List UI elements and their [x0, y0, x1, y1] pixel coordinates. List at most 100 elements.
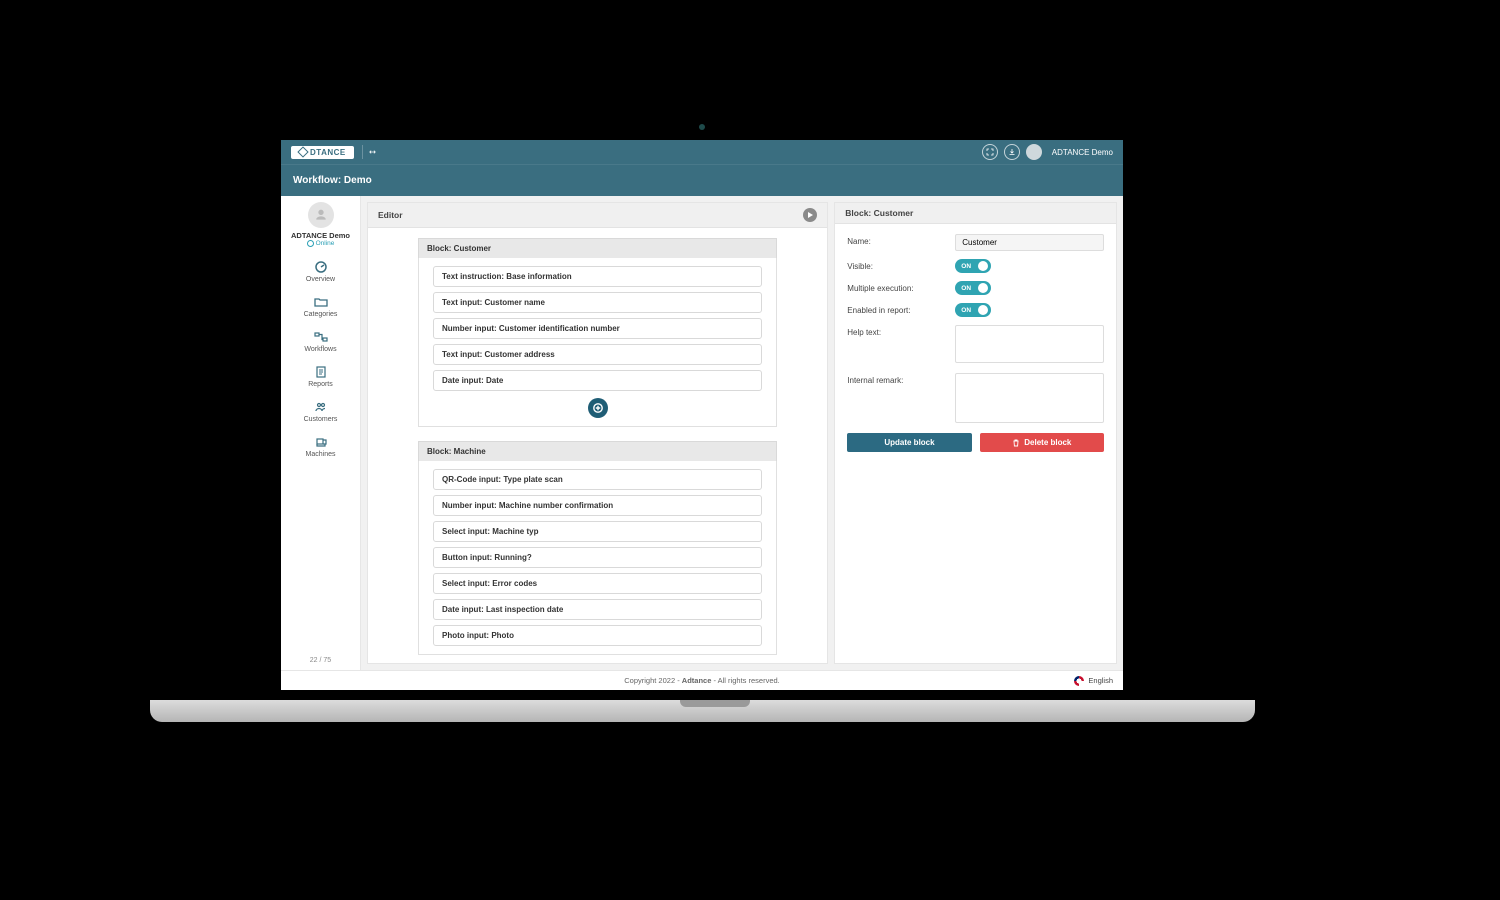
block-items: QR-Code input: Type plate scan Number in… — [418, 461, 777, 655]
block-machine[interactable]: Block: Machine QR-Code input: Type plate… — [418, 441, 777, 655]
block-item[interactable]: Photo input: Photo — [433, 625, 762, 646]
page-title: Workflow: Demo — [293, 175, 372, 186]
block-item[interactable]: Select input: Error codes — [433, 573, 762, 594]
sidebar-item-categories[interactable]: Categories — [281, 290, 360, 323]
page-subheader: Workflow: Demo — [281, 164, 1123, 196]
block-item[interactable]: Text input: Customer address — [433, 344, 762, 365]
prop-enabled-label: Enabled in report: — [847, 303, 947, 315]
sidebar-item-workflows[interactable]: Workflows — [281, 325, 360, 358]
prop-visible: Visible: ON — [847, 259, 1104, 273]
play-icon — [806, 211, 814, 219]
properties-panel-title: Block: Customer — [845, 208, 913, 218]
arrows-h-icon — [369, 147, 376, 157]
brand-logo[interactable]: DTANCE — [291, 146, 354, 159]
delete-block-label: Delete block — [1024, 438, 1071, 447]
flow-icon — [314, 330, 328, 344]
name-input[interactable] — [955, 234, 1104, 251]
machine-icon — [314, 435, 328, 449]
update-block-button[interactable]: Update block — [847, 433, 971, 452]
prop-name-label: Name: — [847, 234, 947, 246]
brand-text: DTANCE — [310, 148, 346, 157]
block-title: Block: Customer — [418, 238, 777, 258]
main: Editor Block: Customer Text instruction:… — [361, 196, 1123, 670]
menu-toggle-button[interactable] — [362, 145, 376, 159]
sidebar-item-customers[interactable]: Customers — [281, 395, 360, 428]
block-item[interactable]: Number input: Machine number confirmatio… — [433, 495, 762, 516]
properties-panel-body: Name: Visible: ON — [835, 224, 1116, 462]
sidebar-user-name: ADTANCE Demo — [291, 231, 350, 240]
prop-multi-label: Multiple execution: — [847, 281, 947, 293]
block-item[interactable]: QR-Code input: Type plate scan — [433, 469, 762, 490]
footer-copy-post: - All rights reserved. — [711, 676, 779, 685]
sidebar-item-label: Reports — [308, 381, 333, 388]
footer-copyright: Copyright 2022 - Adtance - All rights re… — [624, 676, 780, 685]
block-item[interactable]: Text instruction: Base information — [433, 266, 762, 287]
sidebar-item-reports[interactable]: Reports — [281, 360, 360, 393]
screen: DTANCE ADTANCE Demo — [281, 140, 1123, 690]
help-text-input[interactable] — [955, 325, 1104, 363]
laptop-bezel: DTANCE ADTANCE Demo — [264, 104, 1140, 704]
visible-toggle[interactable]: ON — [955, 259, 991, 273]
flag-icon — [1074, 676, 1084, 686]
sidebar-user-status: Online — [307, 240, 335, 247]
footer-copy-pre: Copyright 2022 - — [624, 676, 682, 685]
block-item[interactable]: Button input: Running? — [433, 547, 762, 568]
block-item[interactable]: Date input: Date — [433, 370, 762, 391]
add-item-button[interactable] — [588, 398, 608, 418]
people-icon — [314, 400, 328, 414]
delete-block-button[interactable]: Delete block — [980, 433, 1104, 452]
laptop-base — [150, 700, 1255, 722]
prop-remark-label: Internal remark: — [847, 373, 947, 385]
properties-panel: Block: Customer Name: Visible: — [834, 202, 1117, 664]
topbar: DTANCE ADTANCE Demo — [281, 140, 1123, 164]
sidebar-item-label: Machines — [306, 451, 336, 458]
sidebar-user: ADTANCE Demo Online — [291, 202, 350, 247]
block-item[interactable]: Number input: Customer identification nu… — [433, 318, 762, 339]
multi-toggle[interactable]: ON — [955, 281, 991, 295]
fullscreen-button[interactable] — [982, 144, 998, 160]
block-item[interactable]: Select input: Machine typ — [433, 521, 762, 542]
sidebar-pager: 22 / 75 — [310, 651, 331, 670]
enabled-toggle[interactable]: ON — [955, 303, 991, 317]
camera-dot — [699, 124, 705, 130]
language-selector[interactable]: English — [1074, 676, 1113, 686]
block-items: Text instruction: Base information Text … — [418, 258, 777, 427]
user-name-label: ADTANCE Demo — [1052, 148, 1113, 157]
toggle-label: ON — [961, 285, 971, 292]
sidebar-item-machines[interactable]: Machines — [281, 430, 360, 463]
properties-panel-header: Block: Customer — [835, 203, 1116, 224]
prop-visible-label: Visible: — [847, 259, 947, 271]
prop-name: Name: — [847, 234, 1104, 251]
trash-icon — [1012, 439, 1020, 447]
editor-panel-header: Editor — [368, 203, 827, 228]
play-button[interactable] — [803, 208, 817, 222]
report-icon — [314, 365, 328, 379]
block-item[interactable]: Date input: Last inspection date — [433, 599, 762, 620]
prop-help-label: Help text: — [847, 325, 947, 337]
topbar-left: DTANCE — [291, 145, 376, 159]
prop-enabled-report: Enabled in report: ON — [847, 303, 1104, 317]
download-icon — [1008, 148, 1016, 156]
sidebar-item-label: Categories — [304, 311, 338, 318]
folder-icon — [314, 295, 328, 309]
toggle-label: ON — [961, 263, 971, 270]
prop-multiple-execution: Multiple execution: ON — [847, 281, 1104, 295]
editor-panel-title: Editor — [378, 210, 403, 220]
footer-copy-brand: Adtance — [682, 676, 712, 685]
language-label: English — [1088, 676, 1113, 685]
person-icon — [313, 207, 329, 223]
toggle-knob — [978, 305, 988, 315]
plus-circle-icon — [593, 403, 603, 413]
properties-actions: Update block Delete block — [847, 433, 1104, 452]
topbar-right: ADTANCE Demo — [982, 144, 1113, 160]
block-customer[interactable]: Block: Customer Text instruction: Base i… — [418, 238, 777, 427]
prop-help-text: Help text: — [847, 325, 1104, 365]
toggle-knob — [978, 283, 988, 293]
app: DTANCE ADTANCE Demo — [281, 140, 1123, 690]
block-item[interactable]: Text input: Customer name — [433, 292, 762, 313]
remark-input[interactable] — [955, 373, 1104, 423]
download-button[interactable] — [1004, 144, 1020, 160]
sidebar-item-overview[interactable]: Overview — [281, 255, 360, 288]
editor-panel-body: Block: Customer Text instruction: Base i… — [368, 228, 827, 663]
user-avatar[interactable] — [1026, 144, 1042, 160]
